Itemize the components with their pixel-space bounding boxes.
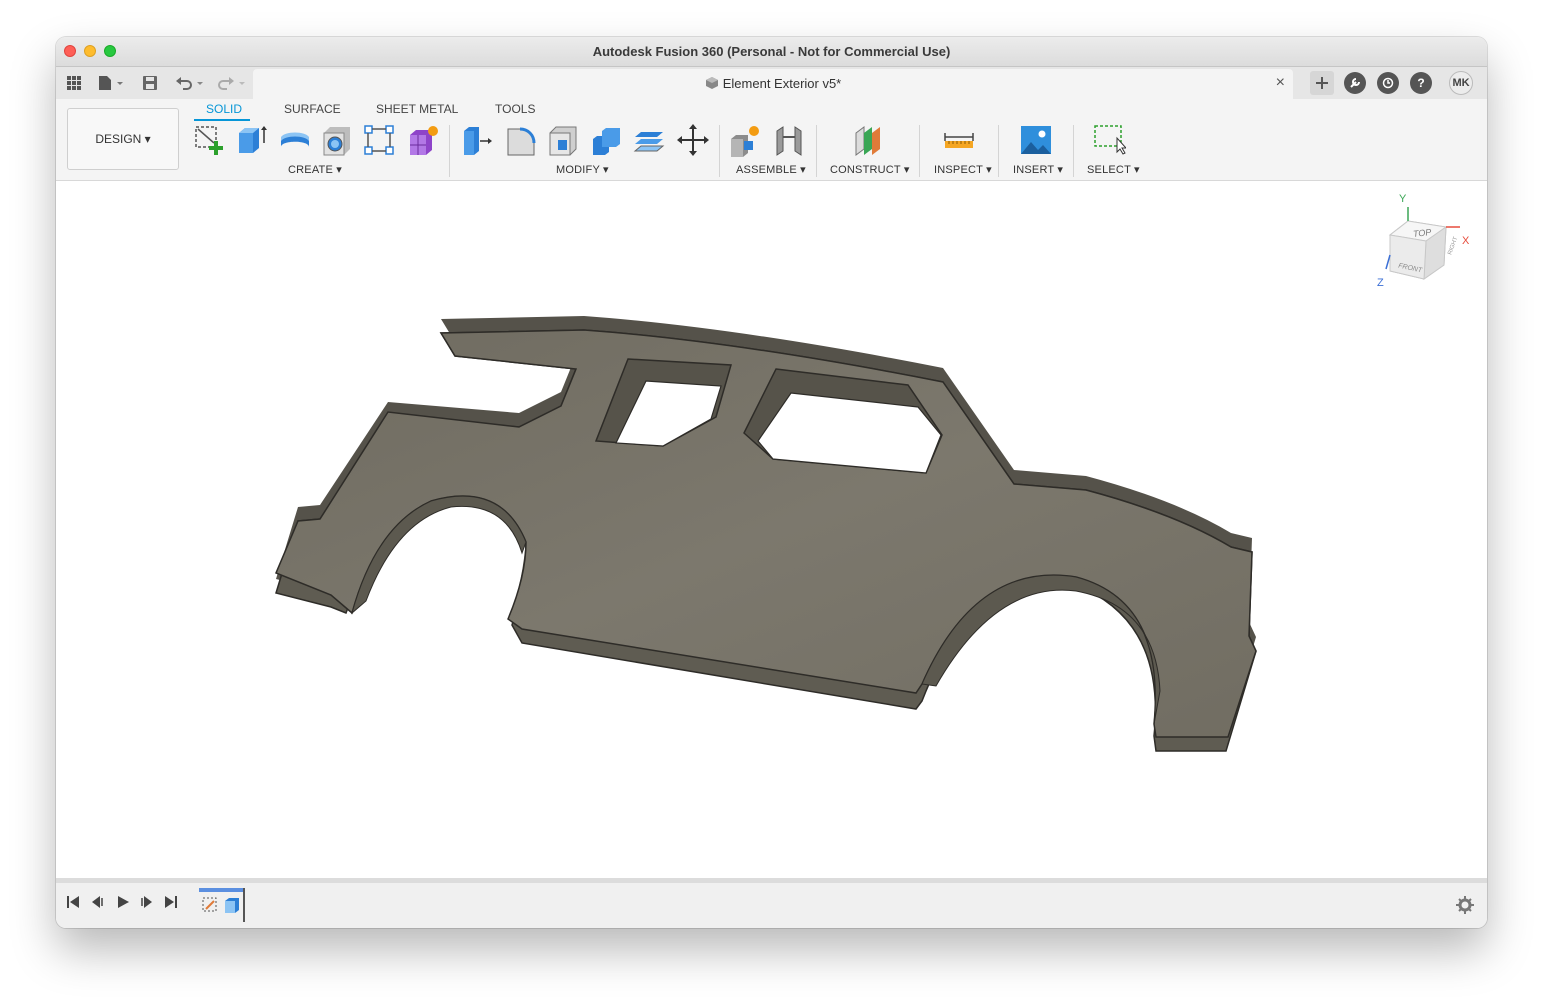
close-tab-button[interactable]: ×	[1276, 74, 1285, 92]
window-title: Autodesk Fusion 360 (Personal - Not for …	[592, 44, 951, 59]
y-axis-label: Y	[1399, 193, 1407, 205]
inspect-menu[interactable]: INSPECT ▾	[934, 163, 992, 176]
component-icon	[705, 76, 719, 93]
z-axis-label: Z	[1377, 277, 1384, 289]
combine-icon[interactable]	[590, 123, 624, 157]
extrude-icon[interactable]	[234, 123, 268, 157]
shell-icon[interactable]	[546, 123, 580, 157]
offset-plane-icon[interactable]	[852, 123, 886, 157]
tab-solid[interactable]: SOLID	[206, 102, 242, 116]
press-pull-icon[interactable]	[460, 123, 494, 157]
tab-sheet-metal[interactable]: SHEET METAL	[376, 102, 458, 116]
toolbar-separator	[998, 125, 999, 177]
create-form-icon[interactable]	[406, 123, 440, 157]
tab-surface[interactable]: SURFACE	[284, 102, 341, 116]
toolbar-separator	[816, 125, 817, 177]
tab-element-exterior[interactable]: Element Exterior v5* ×	[253, 69, 1293, 99]
toolbar-separator	[719, 125, 720, 177]
new-tab-button[interactable]	[1310, 71, 1334, 95]
user-avatar[interactable]: MK	[1449, 71, 1473, 95]
fillet-icon[interactable]	[504, 123, 538, 157]
modify-menu[interactable]: MODIFY ▾	[556, 163, 609, 176]
skip-to-start-icon[interactable]	[66, 895, 80, 912]
job-status-icon[interactable]	[1377, 72, 1399, 94]
pattern-icon[interactable]	[362, 123, 396, 157]
create-sketch-icon[interactable]	[192, 123, 226, 157]
measure-icon[interactable]	[942, 123, 976, 157]
step-forward-icon[interactable]	[140, 895, 154, 912]
toolbar-separator	[1073, 125, 1074, 177]
tab-bar: Element Exterior v5* × ? MK	[56, 67, 1487, 99]
tab-tools[interactable]: TOOLS	[495, 102, 535, 116]
view-cube-top-label[interactable]: TOP	[1413, 227, 1432, 239]
view-cube[interactable]: TOP FRONT RIGHT Y X Z	[1376, 193, 1476, 295]
model-viewport[interactable]: TOP FRONT RIGHT Y X Z	[56, 181, 1487, 878]
joint-icon[interactable]	[772, 123, 806, 157]
timeline-range-bar	[199, 888, 243, 892]
file-icon[interactable]	[96, 72, 126, 94]
move-copy-icon[interactable]	[676, 123, 710, 157]
new-component-icon[interactable]	[728, 123, 762, 157]
toolbar: DESIGN ▾ SOLID SURFACE SHEET METAL TOOLS…	[56, 99, 1487, 181]
active-tab-indicator	[194, 119, 250, 121]
document-title: Element Exterior v5*	[253, 76, 1293, 93]
offset-face-icon[interactable]	[632, 123, 666, 157]
car-body-model[interactable]	[56, 181, 1487, 878]
toolbar-separator	[919, 125, 920, 177]
timeline-marker[interactable]	[243, 888, 245, 922]
grid-icon[interactable]	[64, 72, 84, 94]
timeline-bar	[56, 878, 1487, 928]
toolbar-separator	[449, 125, 450, 177]
app-window: Autodesk Fusion 360 (Personal - Not for …	[56, 37, 1487, 928]
help-icon[interactable]: ?	[1410, 72, 1432, 94]
construct-menu[interactable]: CONSTRUCT ▾	[830, 163, 910, 176]
insert-menu[interactable]: INSERT ▾	[1013, 163, 1063, 176]
undo-icon[interactable]	[174, 72, 206, 94]
revolve-icon[interactable]	[278, 123, 312, 157]
insert-image-icon[interactable]	[1019, 123, 1053, 157]
step-back-icon[interactable]	[90, 895, 104, 912]
timeline-extrude-icon[interactable]	[223, 896, 241, 914]
x-axis-label: X	[1462, 235, 1470, 247]
timeline-features	[199, 888, 247, 922]
timeline-sketch-icon[interactable]	[201, 896, 219, 914]
select-menu[interactable]: SELECT ▾	[1087, 163, 1140, 176]
extensions-icon[interactable]	[1344, 72, 1366, 94]
select-window-icon[interactable]	[1092, 123, 1128, 157]
save-icon[interactable]	[140, 72, 160, 94]
play-icon[interactable]	[116, 895, 130, 912]
workspace-switcher-button[interactable]: DESIGN ▾	[67, 108, 179, 170]
redo-icon[interactable]	[216, 72, 248, 94]
skip-to-end-icon[interactable]	[164, 895, 178, 912]
title-bar: Autodesk Fusion 360 (Personal - Not for …	[56, 37, 1487, 67]
timeline-settings-icon[interactable]	[1456, 896, 1474, 919]
assemble-menu[interactable]: ASSEMBLE ▾	[736, 163, 806, 176]
create-menu[interactable]: CREATE ▾	[288, 163, 342, 176]
document-title-text: Element Exterior v5*	[722, 76, 842, 91]
hole-icon[interactable]	[320, 123, 354, 157]
